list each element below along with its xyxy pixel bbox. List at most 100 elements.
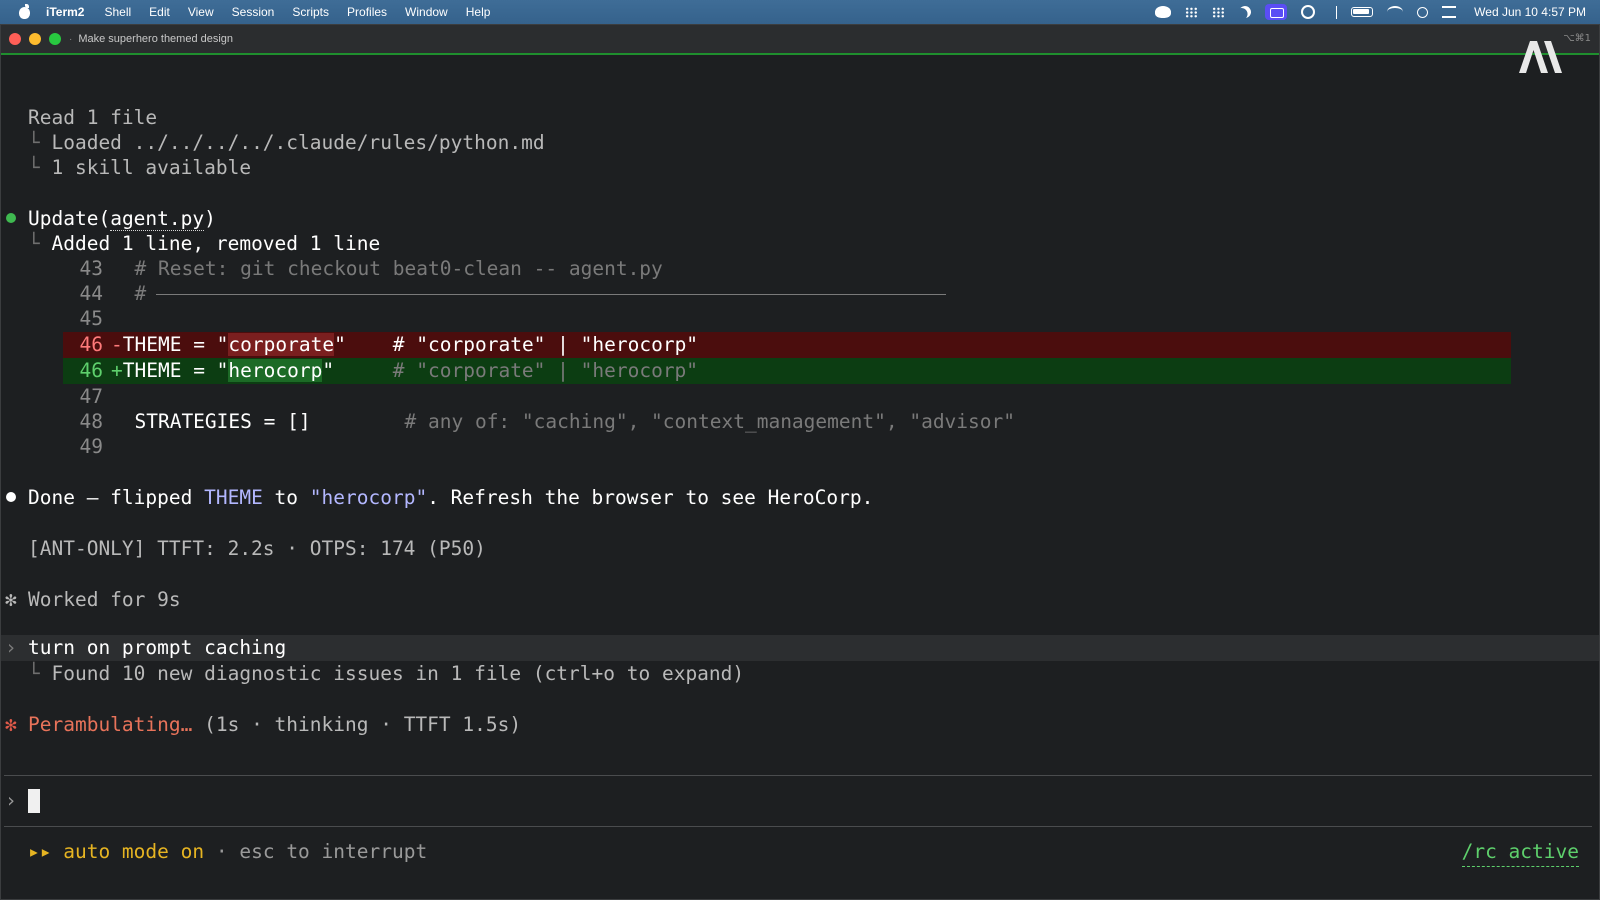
comment-rule xyxy=(156,294,947,295)
screen-mirroring-icon[interactable] xyxy=(1265,4,1288,20)
zoom-window-button[interactable] xyxy=(49,33,61,45)
input-chevron-icon: › xyxy=(5,789,17,812)
diff-line: 48 STRATEGIES = [] # any of: "caching", … xyxy=(63,409,1511,435)
menu-edit[interactable]: Edit xyxy=(149,5,170,19)
apple-icon[interactable] xyxy=(16,4,36,19)
diagnostics-row: └ Found 10 new diagnostic issues in 1 fi… xyxy=(28,662,745,685)
window-title: Make superhero themed design xyxy=(78,33,234,45)
control-center-icon[interactable] xyxy=(1442,6,1457,18)
read-item-label: Loaded ../../../../.claude/rules/python.… xyxy=(51,131,545,154)
battery-icon[interactable] xyxy=(1351,7,1374,17)
terminal-content[interactable]: Read 1 file └ Loaded ../../../../.claude… xyxy=(1,55,1599,900)
diff-code: STRATEGIES = [] xyxy=(134,410,311,433)
diff-code: # Reset: git checkout beat0-clean -- age… xyxy=(134,257,663,280)
status-line: Perambulating… (1s · thinking · TTFT 1.5… xyxy=(28,712,521,738)
diff-line-number: 48 xyxy=(79,410,103,433)
diagnostics-message[interactable]: Found 10 new diagnostic issues in 1 file… xyxy=(51,662,744,685)
moon-icon[interactable] xyxy=(1237,4,1253,20)
menu-app-name[interactable]: iTerm2 xyxy=(46,5,84,19)
menu-shell[interactable]: Shell xyxy=(104,5,131,19)
read-item-label: 1 skill available xyxy=(51,156,252,179)
diff-comment: # any of: "caching", "context_management… xyxy=(404,410,1015,433)
diff-code: # xyxy=(134,282,147,305)
menu-window[interactable]: Window xyxy=(405,5,448,19)
diff-comment: # "corporate" | "herocorp" xyxy=(345,333,699,356)
message-text: . Refresh the browser to see HeroCorp. xyxy=(427,486,874,509)
input-bottom-divider xyxy=(4,826,1592,827)
diff-line: 47 xyxy=(63,384,1511,410)
message-text: to xyxy=(262,486,310,509)
mode-footer: ▸▸ auto mode on · esc to interrupt xyxy=(28,839,427,865)
diff-code: THEME = " xyxy=(122,333,229,356)
diff-line-number: 46 xyxy=(79,359,103,382)
update-summary-row: └ Added 1 line, removed 1 line xyxy=(28,232,381,255)
diff-highlight: herocorp xyxy=(228,359,323,382)
success-bullet xyxy=(6,213,16,223)
worked-duration: Worked for 9s xyxy=(28,588,181,611)
diff-line-number: 47 xyxy=(79,385,103,408)
spinner-asterisk-icon: ✻ xyxy=(5,713,17,736)
diff-line-number: 43 xyxy=(79,257,103,280)
prompt-chevron-icon: › xyxy=(5,636,17,659)
asterisk-icon: ✻ xyxy=(5,588,17,611)
at-sign-icon[interactable] xyxy=(1301,5,1316,19)
tool-call-header: Update(agent.py) xyxy=(28,207,216,231)
status-app-icon[interactable] xyxy=(1155,6,1172,18)
diff-line-number: 49 xyxy=(79,435,103,458)
menubar-clock[interactable]: Wed Jun 10 4:57 PM xyxy=(1474,5,1586,19)
user-prompt: turn on prompt caching xyxy=(28,636,287,659)
menu-profiles[interactable]: Profiles xyxy=(347,5,387,19)
assistant-message: Done — flipped THEME to "herocorp". Refr… xyxy=(28,485,873,511)
input-cursor[interactable] xyxy=(28,789,40,813)
menu-view[interactable]: View xyxy=(188,5,214,19)
title-separator-dot: · xyxy=(69,33,73,45)
diff-comment: # "corporate" | "herocorp" xyxy=(334,359,699,382)
wifi-icon[interactable] xyxy=(1387,6,1404,18)
interrupt-hint: esc to interrupt xyxy=(239,840,428,863)
update-summary: Added 1 line, removed 1 line xyxy=(51,232,381,255)
tool-name: Update xyxy=(28,207,99,230)
footer-separator: · xyxy=(204,840,240,863)
fast-forward-icon: ▸▸ xyxy=(28,840,52,863)
terminal-window: · Make superhero themed design ⌥⌘1 Read … xyxy=(0,24,1600,900)
diff-line: 43 # Reset: git checkout beat0-clean -- … xyxy=(63,256,1511,282)
diff-line-removed: 46 -THEME = "corporate" # "corporate" | "… xyxy=(63,332,1511,358)
diff-line-number: 46 xyxy=(79,333,103,356)
message-text: Done — flipped xyxy=(28,486,205,509)
status-word: Perambulating… xyxy=(28,713,193,736)
window-titlebar: · Make superhero themed design ⌥⌘1 xyxy=(1,25,1599,53)
menu-session[interactable]: Session xyxy=(232,5,275,19)
read-header: Read 1 file xyxy=(28,106,158,129)
diff-code: THEME = " xyxy=(122,359,229,382)
minimize-window-button[interactable] xyxy=(29,33,41,45)
message-keyword: THEME xyxy=(204,486,263,509)
rc-active-link[interactable]: /rc active xyxy=(1461,841,1579,867)
diff-code: " xyxy=(334,333,346,356)
read-item: └ Loaded ../../../../.claude/rules/pytho… xyxy=(28,131,545,154)
dots-icon[interactable] xyxy=(1212,6,1226,18)
menu-scripts[interactable]: Scripts xyxy=(292,5,329,19)
grid-icon[interactable] xyxy=(1185,6,1199,18)
diff-line-number: 44 xyxy=(79,282,103,305)
message-bullet xyxy=(6,492,16,502)
diff-line-number: 45 xyxy=(79,307,103,330)
diff-line: 49 xyxy=(63,434,1511,460)
spotlight-search-icon[interactable] xyxy=(1417,6,1429,18)
read-item: └ 1 skill available xyxy=(28,156,252,179)
close-window-button[interactable] xyxy=(9,33,21,45)
auto-mode-label[interactable]: auto mode on xyxy=(63,840,204,863)
diff-line-added: 46 +THEME = "herocorp" # "corporate" | "h… xyxy=(63,358,1511,384)
menu-help[interactable]: Help xyxy=(466,5,491,19)
diff-highlight: corporate xyxy=(228,333,335,356)
metrics-line: [ANT-ONLY] TTFT: 2.2s · OTPS: 174 (P50) xyxy=(28,537,486,560)
macos-menubar: iTerm2 Shell Edit View Session Scripts P… xyxy=(0,0,1600,24)
diff-line: 45 xyxy=(63,306,1511,332)
input-top-divider xyxy=(4,775,1592,776)
diff-line: 44 # xyxy=(63,281,1511,307)
status-detail: (1s · thinking · TTFT 1.5s) xyxy=(192,713,522,736)
diff-code: " xyxy=(322,359,335,382)
message-value: "herocorp" xyxy=(309,486,428,509)
menubar-status-area: Wed Jun 10 4:57 PM xyxy=(1155,0,1586,24)
tool-file-link[interactable]: agent.py xyxy=(110,207,205,231)
bluetooth-icon[interactable] xyxy=(1329,5,1338,19)
